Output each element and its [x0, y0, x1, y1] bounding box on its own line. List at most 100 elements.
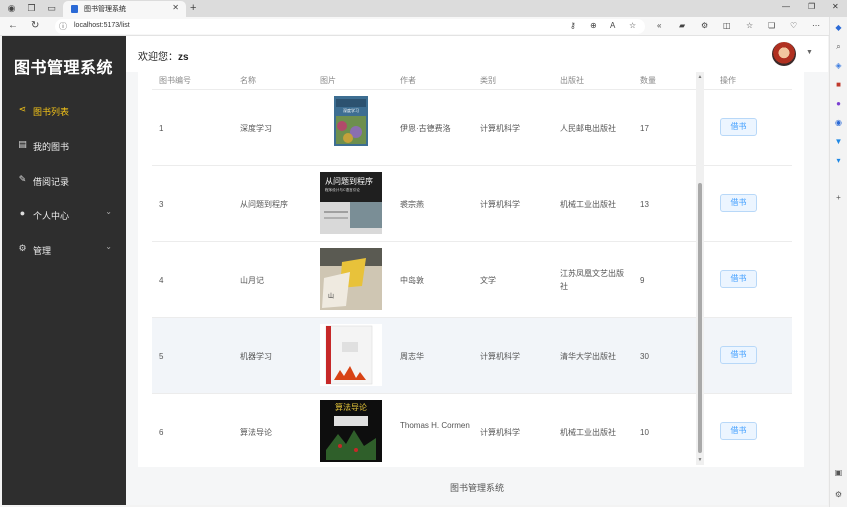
- favorite-star-icon[interactable]: ☆: [629, 21, 636, 30]
- favorites-icon[interactable]: ☆: [746, 21, 753, 30]
- sidebar-item-borrow-records[interactable]: ✎ 借阅记录: [2, 165, 126, 195]
- top-header: 欢迎您：zs ▼: [126, 36, 828, 72]
- sidebar-item-label: 图书列表: [33, 107, 70, 117]
- address-bar[interactable]: ⓘ localhost:5173/list ⚷ ⊕ A ☆: [55, 19, 645, 34]
- book-publisher: 机械工业出版社: [560, 200, 616, 209]
- borrow-button[interactable]: 借书: [720, 422, 757, 440]
- page-footer: 图书管理系统: [126, 467, 828, 505]
- book-publisher: 机械工业出版社: [560, 428, 616, 437]
- refresh-icon[interactable]: ↻: [31, 20, 39, 31]
- book-author: 中岛敦: [400, 276, 424, 285]
- close-window-icon[interactable]: ✕: [832, 2, 839, 11]
- send-icon[interactable]: ▾: [833, 155, 844, 166]
- avatar[interactable]: [772, 42, 796, 66]
- settings-icon[interactable]: ⚙: [833, 489, 844, 500]
- tools-icon[interactable]: ■: [833, 79, 844, 90]
- site-info-icon[interactable]: ⓘ: [59, 21, 67, 32]
- column-header: 出版社: [560, 76, 584, 85]
- user-icon: ●: [19, 208, 26, 218]
- gear-icon: ⚙: [18, 243, 27, 253]
- welcome-text: 欢迎您：zs: [138, 48, 189, 63]
- app-logo: 图书管理系统: [14, 60, 114, 77]
- cover-title: 从问题到程序: [325, 176, 373, 186]
- book-cover: 深度学习: [320, 96, 382, 158]
- scroll-up-icon[interactable]: ▲: [696, 74, 704, 80]
- book-id: 6: [159, 428, 164, 437]
- copilot-icon[interactable]: ◆: [833, 22, 844, 33]
- sidebar-item-label: 管理: [33, 246, 52, 256]
- column-header: 名称: [240, 76, 256, 85]
- tab-actions-icon[interactable]: ▭: [46, 3, 57, 14]
- username: zs: [178, 52, 189, 63]
- book-id: 4: [159, 276, 164, 285]
- sidebar-item-profile[interactable]: ● 个人中心 ⌄: [2, 199, 126, 229]
- extension-arrow-icon[interactable]: «: [657, 21, 661, 30]
- cover-title: 算法导论: [335, 402, 367, 412]
- read-aloud-icon[interactable]: A: [610, 21, 615, 30]
- add-sidebar-app-icon[interactable]: +: [833, 192, 844, 203]
- borrow-button[interactable]: 借书: [720, 346, 757, 364]
- minimize-icon[interactable]: —: [782, 2, 790, 11]
- address-bar-row: ← ↻ ⓘ localhost:5173/list ⚷ ⊕ A ☆ « ▰ ⚙ …: [0, 17, 829, 36]
- games-icon[interactable]: ●: [833, 98, 844, 109]
- sidebar-item-label: 我的图书: [33, 142, 70, 152]
- caret-down-icon[interactable]: ▼: [806, 49, 813, 56]
- back-icon[interactable]: ←: [8, 20, 18, 31]
- workspaces-icon[interactable]: ❐: [26, 3, 37, 14]
- search-icon[interactable]: ⌕: [833, 41, 844, 52]
- book-table: 图书编号 名称 图片 作者 类别 出版社 数量 操作 1 深度学习 深度学习 伊…: [138, 72, 804, 467]
- borrow-button[interactable]: 借书: [720, 194, 757, 212]
- book-publisher: 江苏凤凰文艺出版社: [560, 269, 624, 291]
- browser-essentials-icon[interactable]: ♡: [790, 21, 797, 30]
- browser-window: ◉ ❐ ▭ 图书管理系统 ✕ + — ❐ ✕ ← ↻ ⓘ localhost:5…: [0, 0, 847, 507]
- main-content: 图书编号 名称 图片 作者 类别 出版社 数量 操作 1 深度学习 深度学习 伊…: [126, 72, 828, 467]
- book-name: 山月记: [240, 276, 264, 285]
- book-cover: 算法导论: [320, 400, 382, 462]
- book-id: 3: [159, 200, 164, 209]
- outlook-icon[interactable]: ▼: [833, 136, 844, 147]
- book-count: 17: [640, 124, 649, 133]
- split-screen-icon[interactable]: ◫: [723, 21, 731, 30]
- scroll-down-icon[interactable]: ▼: [696, 457, 704, 463]
- scrollbar-thumb[interactable]: [698, 183, 702, 453]
- sidebar-item-admin[interactable]: ⚙ 管理 ⌄: [2, 234, 126, 264]
- extensions-icon[interactable]: ⚙: [701, 21, 708, 30]
- new-tab-icon[interactable]: +: [190, 2, 196, 14]
- book-author: 周志华: [400, 352, 424, 361]
- sidebar-item-my-books[interactable]: ▤ 我的图书: [2, 130, 126, 160]
- profile-icon[interactable]: ◉: [6, 3, 17, 14]
- sidebar-item-label: 借阅记录: [33, 177, 70, 187]
- column-header: 作者: [400, 76, 416, 85]
- cover-title: 深度学习: [343, 107, 359, 113]
- restore-icon[interactable]: ❐: [808, 2, 815, 11]
- screenshot-icon[interactable]: ▣: [833, 467, 844, 478]
- footer-text: 图书管理系统: [449, 483, 504, 493]
- shopping-icon[interactable]: ◈: [833, 60, 844, 71]
- active-tab[interactable]: 图书管理系统 ✕: [63, 1, 186, 17]
- column-header: 操作: [720, 76, 736, 85]
- book-name: 算法导论: [240, 428, 272, 437]
- url-text: localhost:5173/list: [74, 22, 130, 29]
- book-author: 伊恩·古德费洛: [400, 124, 451, 133]
- zoom-icon[interactable]: ⊕: [590, 21, 597, 30]
- clipboard-icon: ▤: [18, 139, 27, 149]
- library-app: 图书管理系统 ⋖ 图书列表 ▤ 我的图书 ✎ 借阅记录 ● 个人中心 ⌄ ⚙ 管…: [2, 36, 828, 505]
- borrow-button[interactable]: 借书: [720, 118, 757, 136]
- extension-icon[interactable]: ▰: [679, 21, 685, 30]
- sidebar-item-book-list[interactable]: ⋖ 图书列表: [2, 95, 126, 125]
- more-icon[interactable]: ⋯: [812, 21, 820, 30]
- close-tab-icon[interactable]: ✕: [172, 3, 179, 12]
- key-icon[interactable]: ⚷: [570, 21, 576, 30]
- borrow-button[interactable]: 借书: [720, 270, 757, 288]
- office-icon[interactable]: ◉: [833, 117, 844, 128]
- edit-icon: ✎: [18, 174, 27, 184]
- book-category: 计算机科学: [480, 352, 520, 361]
- column-header: 图片: [320, 76, 336, 85]
- book-id: 5: [159, 352, 164, 361]
- column-header: 图书编号: [159, 76, 191, 85]
- collections-icon[interactable]: ❏: [768, 21, 775, 30]
- chevron-down-icon: ⌄: [105, 207, 112, 216]
- tab-strip: ◉ ❐ ▭ 图书管理系统 ✕ + — ❐ ✕: [0, 0, 847, 17]
- book-category: 计算机科学: [480, 428, 520, 437]
- page-scrollbar[interactable]: ▲ ▼: [696, 72, 704, 465]
